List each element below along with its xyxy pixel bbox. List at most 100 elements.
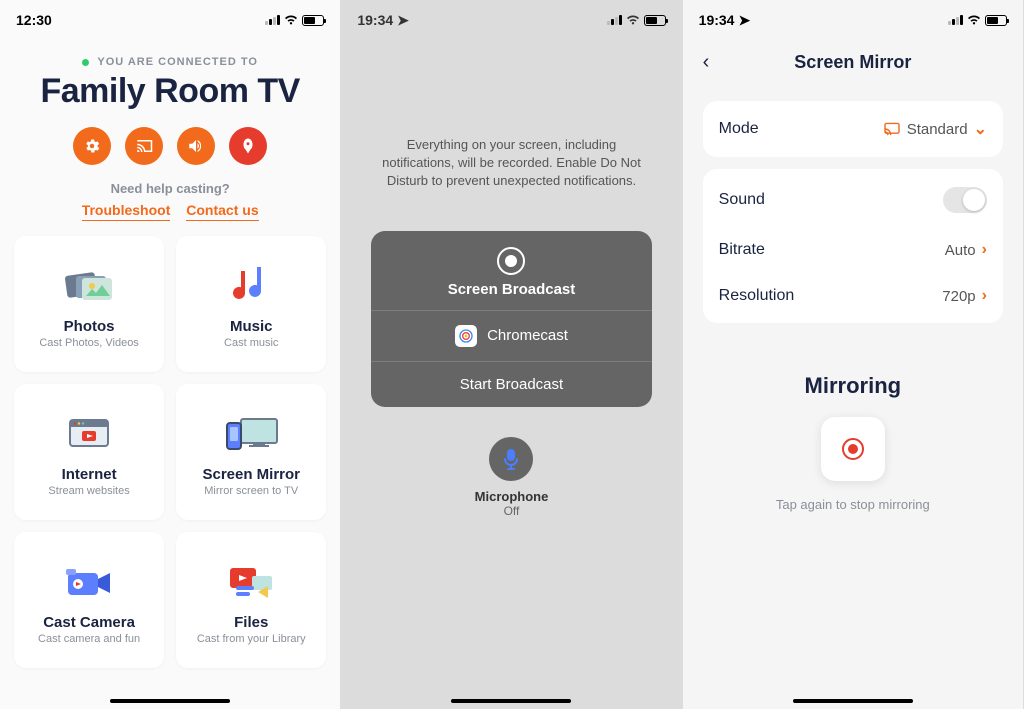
- stop-mirroring-button[interactable]: [821, 417, 885, 481]
- record-icon: [497, 247, 525, 275]
- signal-icon: [948, 15, 963, 25]
- microphone-toggle[interactable]: [489, 437, 533, 481]
- cast-button[interactable]: [125, 127, 163, 165]
- contact-link[interactable]: Contact us: [186, 202, 258, 221]
- tile-title: Cast Camera: [43, 614, 135, 631]
- app-selector-row[interactable]: Chromecast: [371, 310, 651, 361]
- files-icon: [226, 560, 276, 606]
- record-icon: [842, 438, 864, 460]
- wifi-icon: [283, 14, 299, 26]
- tile-screen-mirror[interactable]: Screen Mirror Mirror screen to TV: [176, 384, 326, 520]
- signal-icon: [265, 15, 280, 25]
- help-links: Troubleshoot Contact us: [0, 202, 340, 218]
- statusbar: 19:34 ➤: [683, 0, 1023, 36]
- tile-sub: Cast camera and fun: [38, 633, 140, 645]
- tile-cast-camera[interactable]: Cast Camera Cast camera and fun: [14, 532, 164, 668]
- resolution-row[interactable]: Resolution 720p ›: [703, 273, 1003, 319]
- tile-title: Screen Mirror: [202, 466, 300, 483]
- tile-music[interactable]: Music Cast music: [176, 236, 326, 372]
- chevron-right-icon: ›: [982, 241, 987, 259]
- tile-sub: Cast music: [224, 337, 278, 349]
- signal-icon: [607, 15, 622, 25]
- wifi-icon: [966, 14, 982, 26]
- tile-sub: Cast from your Library: [197, 633, 306, 645]
- settings-button[interactable]: [73, 127, 111, 165]
- action-row: [0, 127, 340, 165]
- device-name: Family Room TV: [0, 72, 340, 111]
- sound-toggle[interactable]: [943, 187, 987, 213]
- connection-status: YOU ARE CONNECTED TO: [0, 56, 340, 68]
- status-time: 19:34: [699, 12, 735, 28]
- home-indicator[interactable]: [793, 699, 913, 703]
- back-button[interactable]: ‹: [703, 51, 710, 74]
- mic-label: Microphone: [371, 489, 651, 504]
- internet-icon: [66, 412, 112, 458]
- chevron-down-icon: ⌄: [974, 119, 987, 139]
- bitrate-value: Auto: [945, 242, 976, 259]
- mode-label: Mode: [719, 120, 759, 138]
- settings-card: Sound Bitrate Auto › Resolution 720p ›: [703, 169, 1003, 323]
- help-question: Need help casting?: [0, 181, 340, 196]
- status-time: 12:30: [16, 12, 52, 28]
- volume-icon: [187, 137, 205, 155]
- mic-status: Off: [371, 504, 651, 518]
- gear-icon: [83, 137, 101, 155]
- battery-icon: [985, 15, 1007, 26]
- home-indicator[interactable]: [451, 699, 571, 703]
- home-indicator[interactable]: [110, 699, 230, 703]
- volume-button[interactable]: [177, 127, 215, 165]
- cast-icon: [135, 137, 153, 155]
- mirroring-title: Mirroring: [683, 373, 1023, 399]
- battery-icon: [644, 15, 666, 26]
- tile-photos[interactable]: Photos Cast Photos, Videos: [14, 236, 164, 372]
- screen-home: 12:30 YOU ARE CONNECTED TO Family Room T…: [0, 0, 341, 709]
- tile-internet[interactable]: Internet Stream websites: [14, 384, 164, 520]
- status-time: 19:34: [357, 12, 393, 28]
- cast-icon: [883, 122, 901, 136]
- sound-row[interactable]: Sound: [703, 173, 1003, 227]
- battery-icon: [302, 15, 324, 26]
- screen-mirror-icon: [223, 412, 279, 458]
- camera-icon: [64, 560, 114, 606]
- boost-button[interactable]: [229, 127, 267, 165]
- sheet-header: Screen Broadcast: [371, 231, 651, 310]
- microphone-icon: [501, 447, 521, 471]
- location-icon: ➤: [738, 12, 750, 29]
- broadcast-sheet: Screen Broadcast Chromecast Start Broadc…: [371, 231, 651, 407]
- app-name: Chromecast: [487, 327, 568, 344]
- statusbar: 12:30: [0, 0, 340, 36]
- tile-sub: Stream websites: [48, 485, 129, 497]
- screen-mirror-settings: 19:34 ➤ ‹ Screen Mirror Mode Standard ⌄: [683, 0, 1024, 709]
- rocket-icon: [239, 137, 257, 155]
- location-icon: ➤: [397, 12, 409, 29]
- mode-card: Mode Standard ⌄: [703, 101, 1003, 157]
- photos-icon: [64, 264, 114, 310]
- tile-grid: Photos Cast Photos, Videos Music Cast mu…: [0, 218, 340, 668]
- wifi-icon: [625, 14, 641, 26]
- troubleshoot-link[interactable]: Troubleshoot: [82, 202, 171, 221]
- chevron-right-icon: ›: [982, 287, 987, 305]
- page-header: ‹ Screen Mirror: [683, 36, 1023, 89]
- statusbar: 19:34 ➤: [341, 0, 681, 36]
- mirroring-hint: Tap again to stop mirroring: [683, 497, 1023, 512]
- connected-dot-icon: [82, 59, 89, 66]
- tile-files[interactable]: Files Cast from your Library: [176, 532, 326, 668]
- mirroring-section: Mirroring Tap again to stop mirroring: [683, 373, 1023, 512]
- tile-title: Files: [234, 614, 268, 631]
- resolution-value: 720p: [942, 288, 975, 305]
- tile-title: Internet: [62, 466, 117, 483]
- microphone-section: Microphone Off: [371, 437, 651, 518]
- mode-value: Standard: [907, 121, 968, 138]
- bitrate-label: Bitrate: [719, 241, 765, 259]
- sound-label: Sound: [719, 191, 765, 209]
- screen-broadcast: 19:34 ➤ Everything on your screen, inclu…: [341, 0, 682, 709]
- music-icon: [233, 264, 269, 310]
- tile-title: Photos: [64, 318, 115, 335]
- chromecast-app-icon: [455, 325, 477, 347]
- start-broadcast-button[interactable]: Start Broadcast: [371, 361, 651, 407]
- resolution-label: Resolution: [719, 287, 795, 305]
- tile-title: Music: [230, 318, 273, 335]
- mode-row[interactable]: Mode Standard ⌄: [703, 105, 1003, 153]
- tile-sub: Mirror screen to TV: [204, 485, 298, 497]
- bitrate-row[interactable]: Bitrate Auto ›: [703, 227, 1003, 273]
